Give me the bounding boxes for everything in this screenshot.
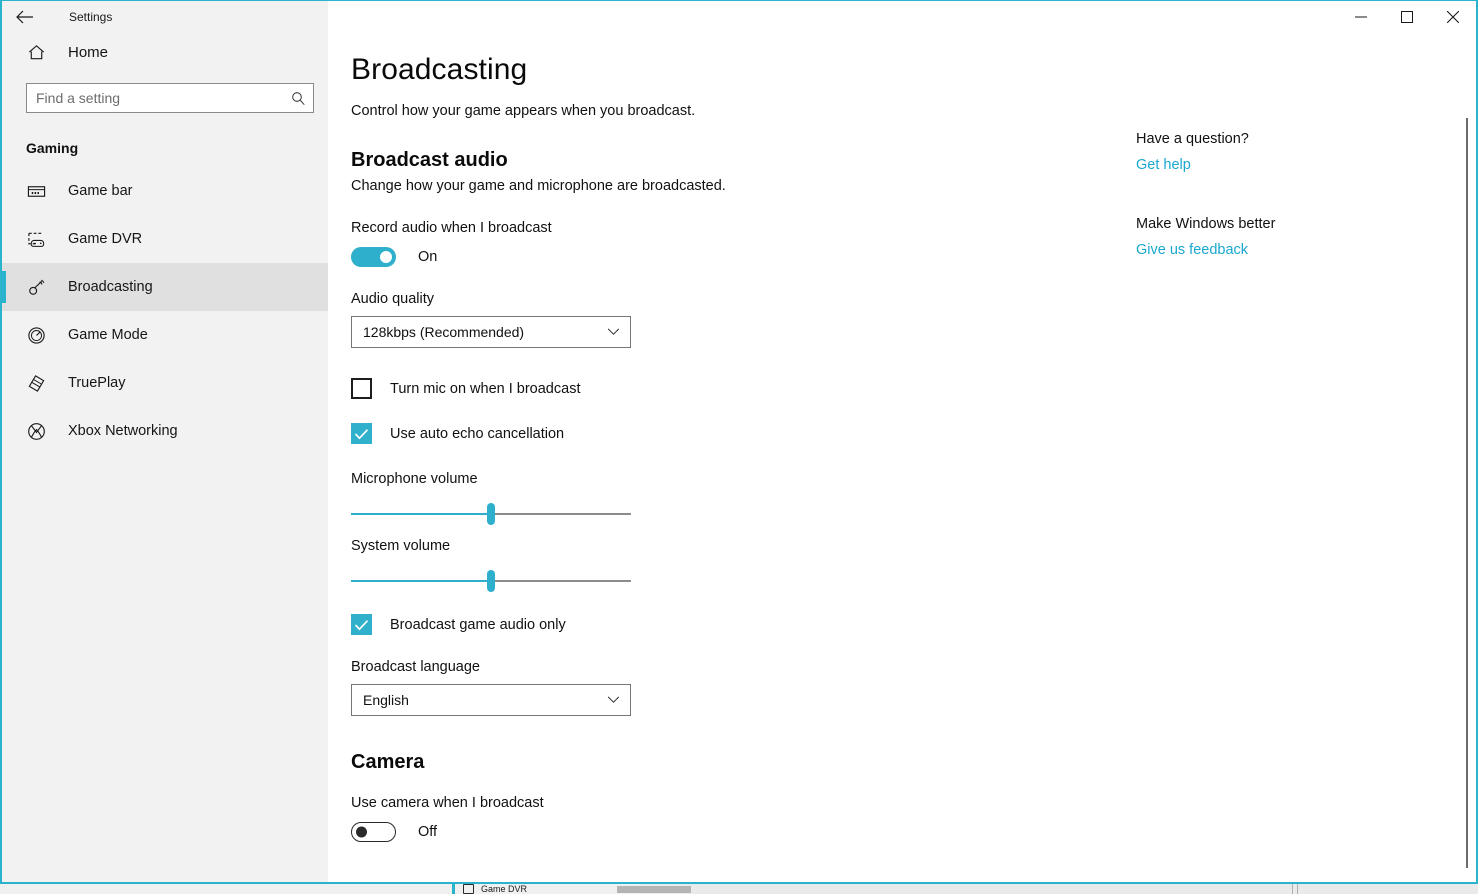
turn-mic-on-checkbox-row[interactable]: Turn mic on when I broadcast bbox=[351, 378, 1476, 399]
back-button[interactable] bbox=[2, 1, 46, 33]
microphone-volume-label: Microphone volume bbox=[351, 471, 478, 487]
get-help-link[interactable]: Get help bbox=[1136, 157, 1191, 173]
sidebar-item-label: Game bar bbox=[68, 183, 133, 199]
echo-cancellation-checkbox[interactable] bbox=[351, 423, 372, 444]
window-title: Settings bbox=[69, 10, 113, 24]
title-bar: Settings bbox=[2, 1, 1476, 33]
game-dvr-icon bbox=[463, 884, 474, 894]
sidebar-item-game-mode[interactable]: Game Mode bbox=[2, 311, 328, 359]
chevron-down-icon bbox=[607, 328, 620, 336]
sidebar: Home Gaming bbox=[2, 33, 328, 882]
echo-cancellation-checkbox-row[interactable]: Use auto echo cancellation bbox=[351, 423, 1476, 444]
background-window-item-label: Game DVR bbox=[481, 884, 528, 894]
audio-quality-value: 128kbps (Recommended) bbox=[363, 324, 525, 340]
game-audio-only-checkbox[interactable] bbox=[351, 614, 372, 635]
page-title: Broadcasting bbox=[351, 53, 528, 86]
title-bar-left: Settings bbox=[2, 1, 328, 33]
back-arrow-icon bbox=[15, 10, 33, 24]
system-volume-slider[interactable] bbox=[351, 570, 631, 592]
sidebar-item-game-dvr[interactable]: Game DVR bbox=[2, 215, 328, 263]
turn-mic-on-label: Turn mic on when I broadcast bbox=[390, 380, 581, 397]
scrollbar-thumb[interactable] bbox=[1466, 118, 1468, 868]
sidebar-item-game-bar[interactable]: Game bar bbox=[2, 167, 328, 215]
toggle-knob bbox=[380, 251, 392, 263]
page-subtitle: Control how your game appears when you b… bbox=[351, 103, 696, 119]
minimize-icon bbox=[1355, 16, 1367, 17]
sidebar-item-label: TruePlay bbox=[68, 375, 126, 391]
broadcast-language-label: Broadcast language bbox=[351, 659, 480, 675]
echo-cancellation-label: Use auto echo cancellation bbox=[390, 425, 565, 442]
title-bar-right bbox=[328, 1, 1476, 33]
background-window-chip bbox=[617, 886, 691, 893]
sidebar-nav-list: Game bar Game DVR Broadcasting Game Mode… bbox=[2, 167, 328, 455]
game-audio-only-checkbox-row[interactable]: Broadcast game audio only bbox=[351, 614, 1476, 635]
minimize-button[interactable] bbox=[1338, 1, 1384, 32]
content-pane: Broadcasting Control how your game appea… bbox=[328, 33, 1476, 882]
xbox-icon bbox=[26, 421, 46, 441]
slider-thumb[interactable] bbox=[487, 503, 495, 525]
help-question-title: Have a question? bbox=[1136, 131, 1249, 147]
use-camera-label: Use camera when I broadcast bbox=[351, 795, 544, 811]
system-volume-label: System volume bbox=[351, 538, 451, 554]
sidebar-item-broadcasting[interactable]: Broadcasting bbox=[2, 263, 328, 311]
record-audio-toggle[interactable] bbox=[351, 247, 396, 267]
background-window-selection-indicator bbox=[452, 883, 455, 894]
game-mode-icon bbox=[26, 325, 46, 345]
close-icon bbox=[1447, 10, 1459, 23]
section-heading-camera: Camera bbox=[351, 751, 425, 773]
slider-fill bbox=[351, 580, 491, 582]
microphone-volume-slider[interactable] bbox=[351, 503, 631, 525]
checkmark-icon bbox=[354, 619, 369, 630]
game-dvr-icon bbox=[26, 229, 46, 249]
toggle-knob bbox=[356, 826, 367, 838]
record-audio-state: On bbox=[418, 249, 438, 265]
game-bar-icon bbox=[26, 181, 46, 201]
home-icon bbox=[26, 42, 46, 62]
game-audio-only-label: Broadcast game audio only bbox=[390, 616, 566, 633]
trueplay-icon bbox=[26, 373, 46, 393]
home-label: Home bbox=[68, 43, 109, 61]
window-body: Home Gaming bbox=[2, 33, 1476, 882]
broadcasting-icon bbox=[26, 277, 46, 297]
background-window-sidebar bbox=[0, 883, 640, 894]
sidebar-item-label: Game DVR bbox=[68, 231, 143, 247]
sidebar-item-home[interactable]: Home bbox=[2, 33, 328, 71]
maximize-button[interactable] bbox=[1384, 1, 1430, 32]
use-camera-state: Off bbox=[418, 824, 438, 840]
sidebar-item-label: Game Mode bbox=[68, 327, 148, 343]
help-group-question: Have a question? Get help bbox=[1136, 131, 1366, 174]
sidebar-item-xbox-networking[interactable]: Xbox Networking bbox=[2, 407, 328, 455]
close-button[interactable] bbox=[1430, 1, 1476, 32]
audio-quality-dropdown[interactable]: 128kbps (Recommended) bbox=[351, 316, 631, 348]
slider-fill bbox=[351, 513, 491, 515]
use-camera-toggle[interactable] bbox=[351, 822, 396, 842]
broadcast-language-dropdown[interactable]: English bbox=[351, 684, 631, 716]
search-input[interactable] bbox=[36, 90, 291, 106]
search-icon[interactable] bbox=[291, 91, 306, 106]
use-camera-toggle-row: Off bbox=[351, 822, 1476, 842]
checkmark-icon bbox=[354, 428, 369, 439]
help-feedback-title: Make Windows better bbox=[1136, 216, 1276, 232]
sidebar-item-label: Xbox Networking bbox=[68, 423, 178, 439]
sidebar-category-title: Gaming bbox=[26, 140, 79, 156]
chevron-down-icon bbox=[607, 696, 620, 704]
give-feedback-link[interactable]: Give us feedback bbox=[1136, 242, 1248, 258]
sidebar-item-trueplay[interactable]: TruePlay bbox=[2, 359, 328, 407]
background-window-divider-secondary bbox=[1297, 883, 1298, 894]
settings-window: Settings Home Find a setting Gaming Game… bbox=[0, 0, 1478, 884]
maximize-icon bbox=[1401, 10, 1413, 23]
sidebar-item-label: Broadcasting bbox=[68, 279, 153, 295]
turn-mic-on-checkbox[interactable] bbox=[351, 378, 372, 399]
broadcast-language-value: English bbox=[363, 692, 409, 708]
slider-thumb[interactable] bbox=[487, 570, 495, 592]
search-box[interactable] bbox=[26, 83, 314, 113]
help-column: Have a question? Get help Make Windows b… bbox=[1136, 131, 1366, 301]
help-group-feedback: Make Windows better Give us feedback bbox=[1136, 216, 1366, 259]
vertical-scrollbar[interactable] bbox=[1460, 33, 1473, 882]
background-window-divider bbox=[1292, 883, 1293, 894]
